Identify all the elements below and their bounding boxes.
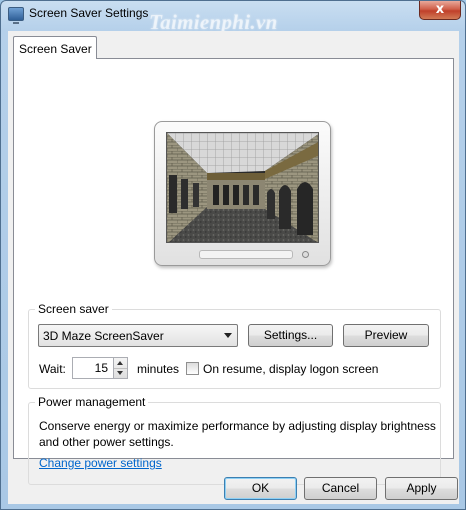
power-description: Conserve energy or maximize performance … xyxy=(39,419,436,449)
tab-panel: Screen saver 3D Maze ScreenSaver Setting… xyxy=(13,58,454,485)
close-button[interactable]: x xyxy=(419,1,461,20)
screen-saver-select-value: 3D Maze ScreenSaver xyxy=(43,329,164,343)
display-icon xyxy=(8,7,24,24)
spin-down-icon[interactable] xyxy=(117,371,123,375)
wait-minutes-stepper[interactable] xyxy=(113,357,128,379)
resume-logon-checkbox[interactable] xyxy=(186,362,199,375)
maze-preview-image xyxy=(167,133,318,242)
wait-minutes-input[interactable]: 15 xyxy=(72,357,114,379)
title-bar[interactable]: Screen Saver Settings Taimienphi.vn x xyxy=(1,1,465,34)
resume-logon-label[interactable]: On resume, display logon screen xyxy=(203,362,378,376)
window-title: Screen Saver Settings xyxy=(29,6,149,20)
screen-saver-group: Screen saver 3D Maze ScreenSaver Setting… xyxy=(28,302,441,389)
screen-saver-legend: Screen saver xyxy=(35,302,112,316)
preview-screen xyxy=(166,132,319,243)
power-indicator-icon xyxy=(302,251,309,258)
minutes-label: minutes xyxy=(137,362,180,376)
monitor-base-slot xyxy=(199,250,293,259)
dialog-client-area: Screen Saver Screen saver 3D Maze Screen… xyxy=(8,31,459,504)
screen-saver-settings-window: Screen Saver Settings Taimienphi.vn x Sc… xyxy=(0,0,466,510)
spin-up-icon[interactable] xyxy=(117,361,123,365)
tab-screen-saver[interactable]: Screen Saver xyxy=(13,36,97,59)
change-power-settings-link[interactable]: Change power settings xyxy=(39,456,162,470)
power-management-legend: Power management xyxy=(35,395,149,409)
preview-button[interactable]: Preview xyxy=(343,324,429,347)
ok-button[interactable]: OK xyxy=(224,477,297,500)
screen-saver-select[interactable]: 3D Maze ScreenSaver xyxy=(38,324,238,347)
wait-label: Wait: xyxy=(39,362,66,376)
power-management-group: Power management Conserve energy or maxi… xyxy=(28,395,441,485)
chevron-down-icon xyxy=(224,333,232,338)
cancel-button[interactable]: Cancel xyxy=(304,477,377,500)
monitor-preview xyxy=(154,121,331,266)
apply-button[interactable]: Apply xyxy=(385,477,458,500)
settings-button[interactable]: Settings... xyxy=(248,324,333,347)
